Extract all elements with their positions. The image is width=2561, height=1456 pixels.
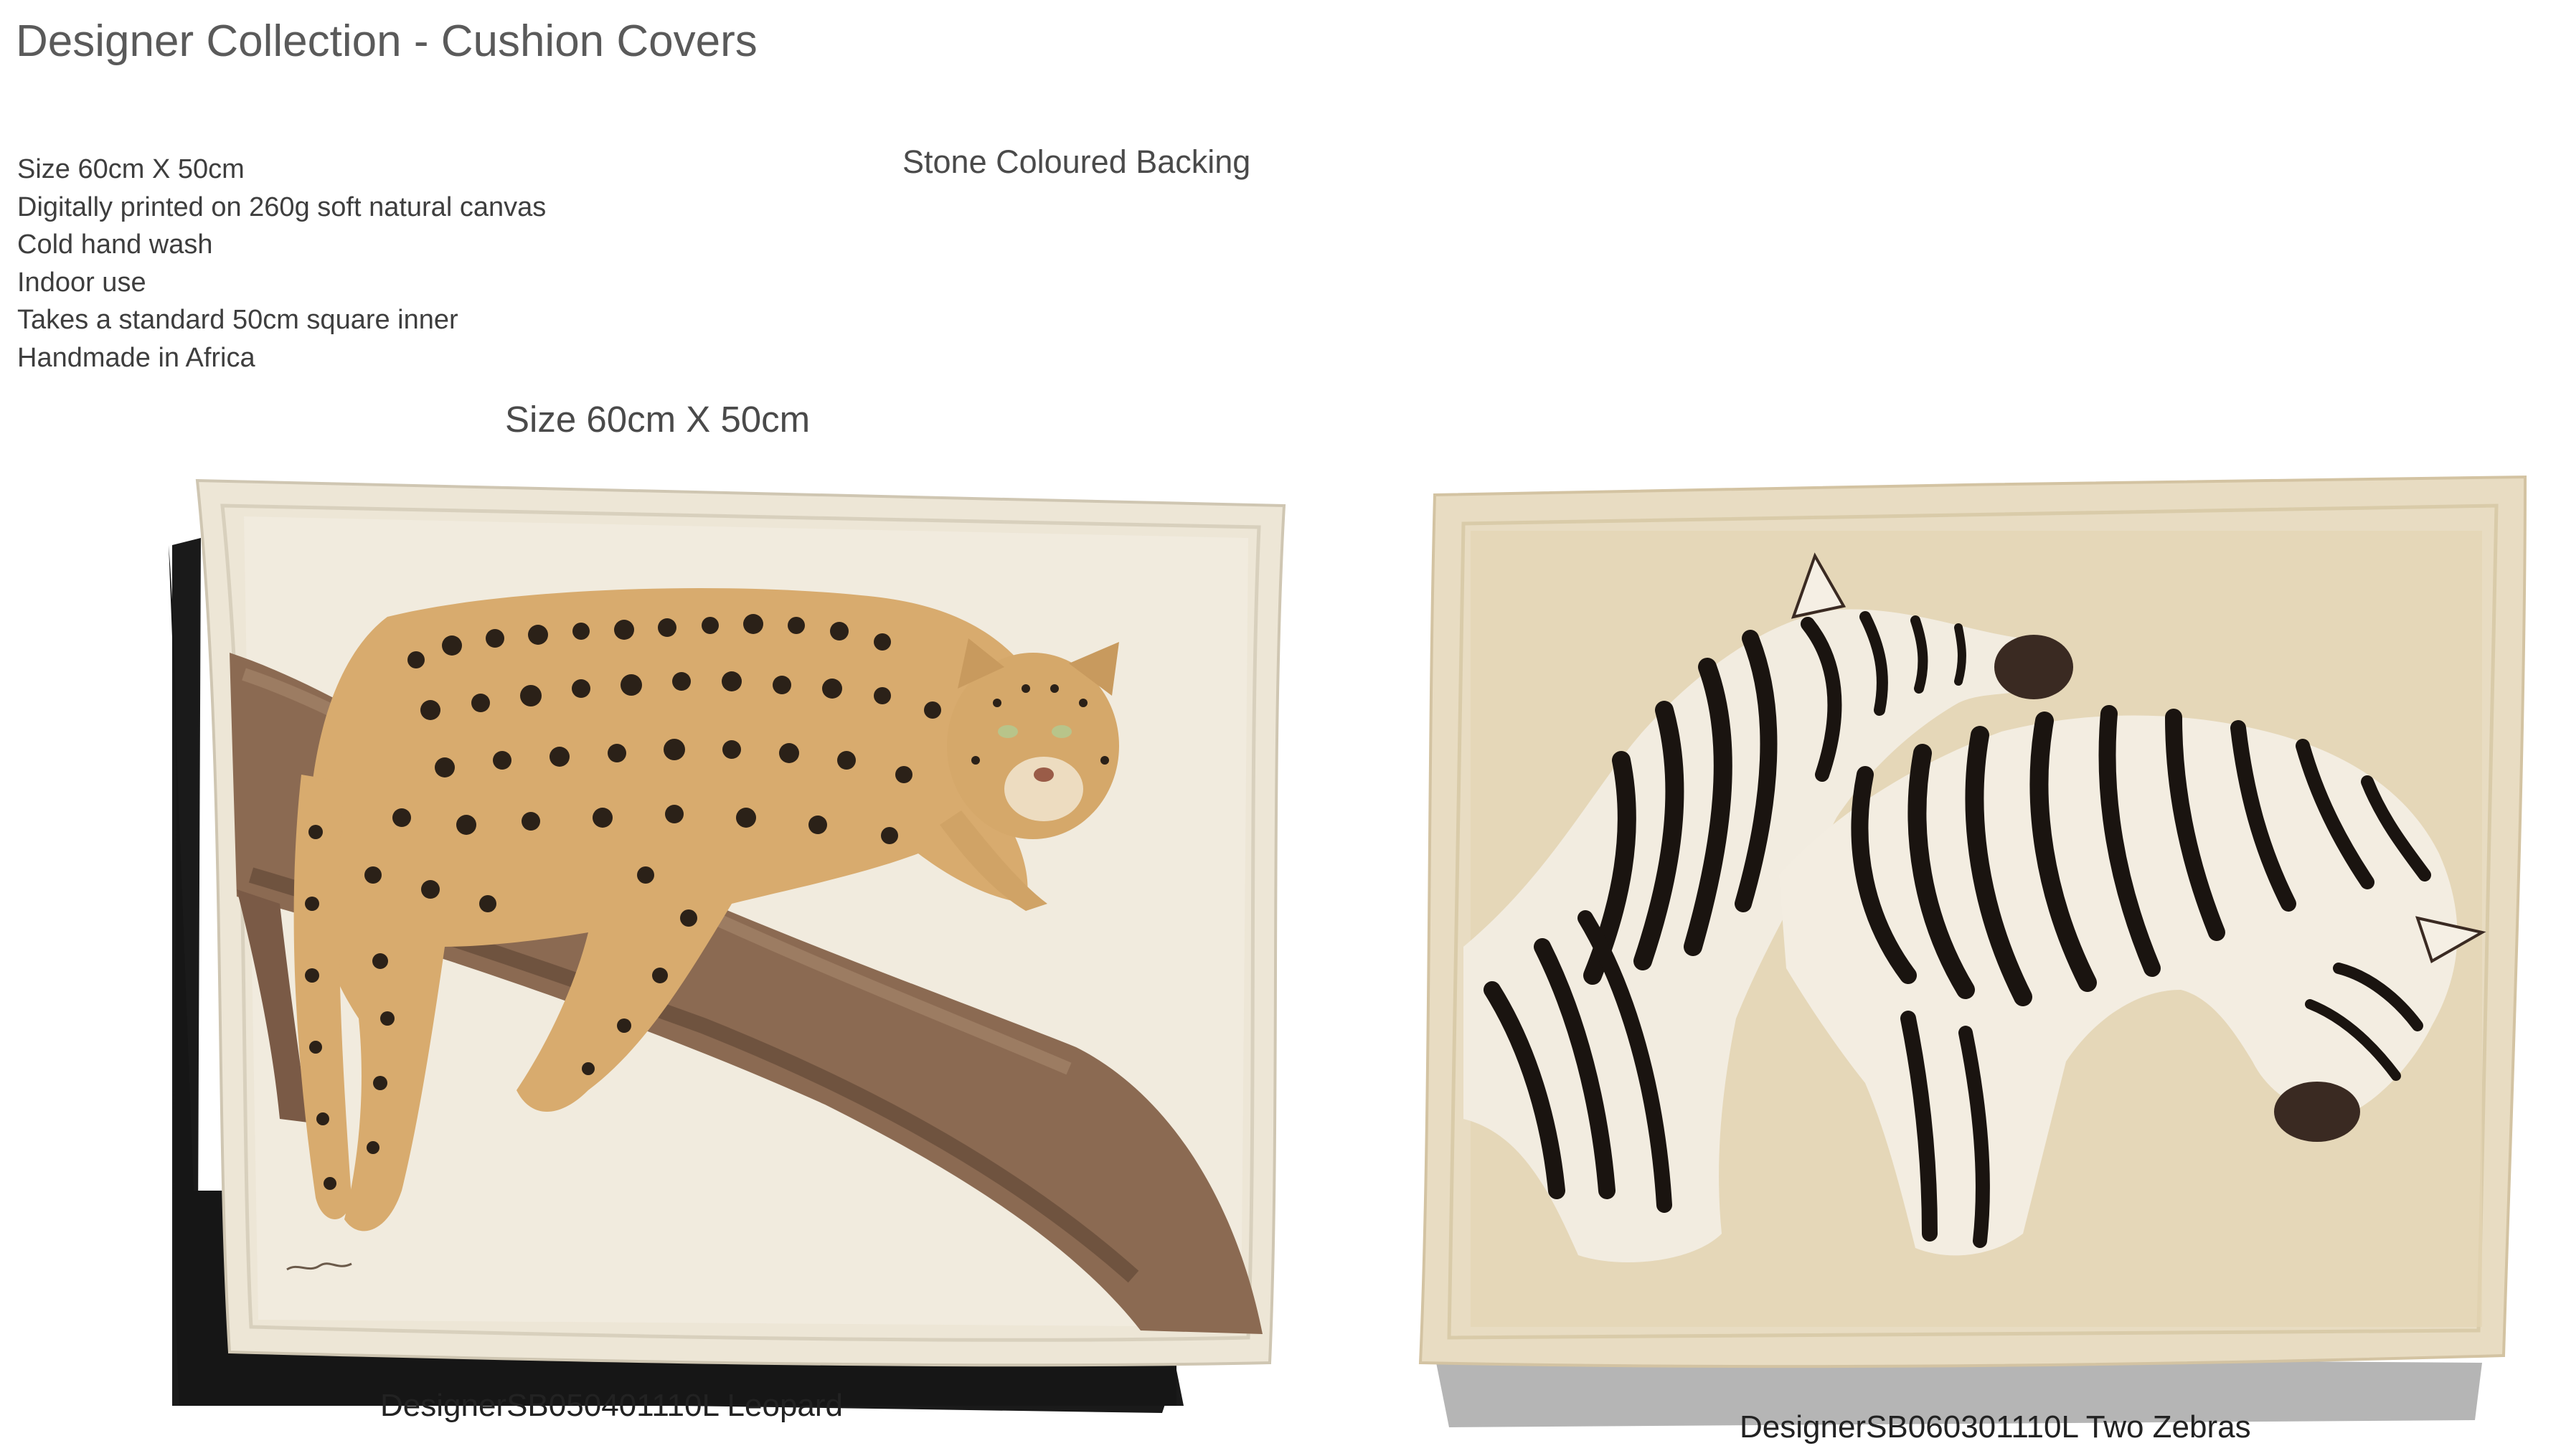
spec-item: Cold hand wash (17, 230, 213, 260)
spec-item: Indoor use (17, 267, 146, 298)
spec-item: Handmade in Africa (17, 342, 255, 373)
leopard-muzzle (1004, 757, 1083, 821)
spec-item: Digitally printed on 260g soft natural c… (17, 192, 547, 222)
zebras-cushion-image[interactable] (1406, 473, 2547, 1456)
spec-list: Size 60cm X 50cm Digitally printed on 26… (17, 151, 546, 377)
zebra-left-muzzle (1994, 635, 2073, 699)
zebra-right-muzzle (2274, 1082, 2360, 1142)
backing-note: Stone Coloured Backing (902, 143, 1251, 180)
size-note: Size 60cm X 50cm (505, 399, 811, 440)
leopard-cushion-image[interactable] (143, 473, 1306, 1420)
product-card-leopard[interactable]: DesignerSB050401110L Leopard (143, 473, 1306, 1423)
leopard-nose (1034, 767, 1054, 782)
product-caption-leopard[interactable]: DesignerSB050401110L Leopard (380, 1388, 843, 1424)
leopard-eye-left (998, 725, 1018, 738)
spec-item: Takes a standard 50cm square inner (17, 305, 458, 335)
leopard-eye-right (1052, 725, 1072, 738)
page-title: Designer Collection - Cushion Covers (16, 16, 758, 66)
product-card-zebras[interactable]: DesignerSB060301110L Two Zebras (1406, 473, 2547, 1456)
spec-item: Size 60cm X 50cm (17, 154, 245, 184)
product-caption-zebras[interactable]: DesignerSB060301110L Two Zebras (1740, 1409, 2251, 1445)
